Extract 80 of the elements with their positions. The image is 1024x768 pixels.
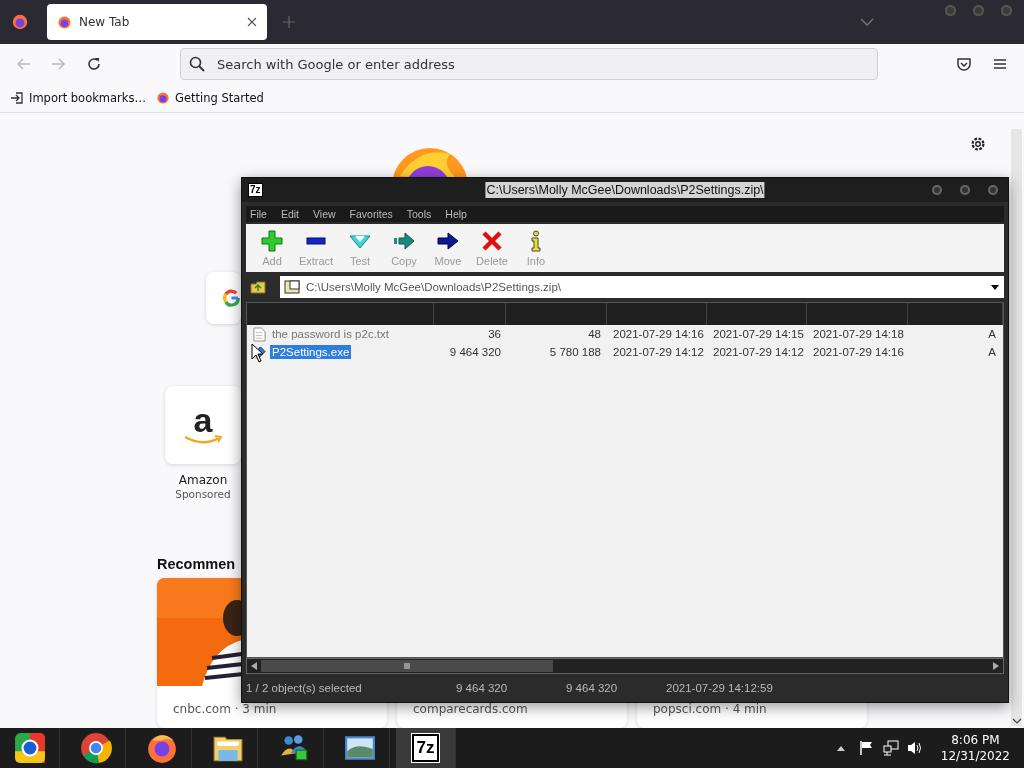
firefox-icon[interactable] bbox=[11, 13, 29, 31]
browser-icon bbox=[79, 732, 112, 764]
table-cell-text: 2021-07-29 14:16 bbox=[612, 328, 705, 340]
table-cell-text: 36 bbox=[487, 328, 502, 340]
firefox-icon bbox=[156, 91, 170, 105]
address-field[interactable]: Search with Google or enter address bbox=[180, 48, 878, 80]
caret-up-icon[interactable] bbox=[836, 745, 845, 751]
site-tile[interactable]: a bbox=[165, 386, 241, 464]
menu-item[interactable]: Tools bbox=[406, 208, 432, 220]
story-source: comparecards.com bbox=[413, 702, 529, 716]
table-cell-text: 5 780 188 bbox=[548, 346, 602, 358]
scrollbar-thumb[interactable] bbox=[261, 660, 553, 672]
close-icon[interactable] bbox=[247, 17, 257, 27]
dropdown-arrow-icon[interactable] bbox=[991, 284, 999, 290]
table-cell-text: A bbox=[987, 346, 997, 358]
menu-item[interactable]: Edit bbox=[280, 208, 299, 220]
multicolor-ring-icon bbox=[222, 288, 241, 309]
table-cell-text: 2021-07-29 14:12 bbox=[712, 346, 805, 358]
table-cell-text: A bbox=[987, 328, 997, 340]
plus-icon bbox=[261, 229, 283, 252]
arrow-right-icon bbox=[437, 229, 459, 252]
network-icon[interactable] bbox=[882, 740, 899, 756]
path-field[interactable]: C:\Users\Molly McGee\Downloads\P2Settings.zip\ bbox=[280, 276, 1004, 298]
table-cell-text: 2021-07-29 14:12 bbox=[612, 346, 705, 358]
grip-icon bbox=[403, 662, 411, 670]
import-icon bbox=[10, 91, 24, 105]
bookmark-item[interactable]: Import bookmarks… bbox=[10, 91, 146, 105]
scrollbar[interactable] bbox=[1011, 129, 1022, 726]
chevron-down-icon[interactable] bbox=[860, 18, 874, 26]
search-icon bbox=[189, 56, 205, 72]
firefox-icon bbox=[57, 14, 72, 30]
smile-arrow-icon bbox=[183, 435, 223, 445]
table-cell-text: 9 464 320 bbox=[448, 346, 502, 358]
menu-icon[interactable] bbox=[992, 56, 1008, 72]
taskbar-button[interactable]: 7z bbox=[396, 728, 456, 768]
reload-icon[interactable] bbox=[86, 56, 102, 72]
table-cell-text: 2021-07-29 14:15 bbox=[712, 328, 805, 340]
tab-title: New Tab bbox=[79, 15, 131, 29]
scrollbar[interactable] bbox=[246, 658, 1004, 674]
window-title: C:\Users\Molly McGee\Downloads\P2Settings.zip\ bbox=[485, 182, 765, 198]
menu-item[interactable]: File bbox=[250, 208, 267, 220]
section-heading: Recommen bbox=[157, 556, 236, 572]
clock[interactable]: 8:06 PM 12/31/2022 bbox=[940, 732, 1010, 764]
browser-tab[interactable]: New Tab bbox=[47, 4, 267, 40]
status-text: 2021-07-29 14:12:59 bbox=[666, 682, 773, 694]
table-cell-text: 48 bbox=[587, 328, 602, 340]
folder-up-icon[interactable] bbox=[250, 279, 266, 295]
window-control-icon[interactable] bbox=[988, 185, 998, 195]
menu-item[interactable]: Favorites bbox=[349, 208, 393, 220]
firefox-icon bbox=[145, 732, 178, 764]
volume-icon[interactable] bbox=[906, 740, 923, 756]
flag-icon[interactable] bbox=[858, 740, 875, 756]
status-text: 9 464 320 bbox=[566, 682, 619, 694]
table-cell-text: 2021-07-29 14:18 bbox=[812, 328, 905, 340]
arrow-left-icon[interactable] bbox=[251, 662, 257, 670]
status-text: 9 464 320 bbox=[456, 682, 509, 694]
story-source: popsci.com · 4 min bbox=[653, 702, 768, 716]
site-name: Amazon bbox=[178, 473, 228, 487]
menu-item[interactable]: Help bbox=[445, 208, 467, 220]
bookmark-item[interactable]: Getting Started bbox=[156, 91, 264, 105]
window-control-icon[interactable] bbox=[932, 185, 942, 195]
file-name[interactable]: the password is p2c.txt bbox=[270, 327, 391, 341]
story-source: cnbc.com · 3 min bbox=[173, 702, 278, 716]
app-logo: 7z bbox=[248, 183, 263, 197]
status-text: 1 / 2 object(s) selected bbox=[246, 682, 363, 694]
window-control-icon[interactable] bbox=[960, 185, 970, 195]
pocket-icon[interactable] bbox=[956, 56, 972, 72]
cross-icon bbox=[481, 229, 503, 252]
table-cell-text: 2021-07-29 14:16 bbox=[812, 346, 905, 358]
site-tile[interactable] bbox=[206, 272, 241, 324]
arrow-right-icon[interactable] bbox=[993, 662, 999, 670]
sponsored-label: Sponsored bbox=[175, 488, 231, 500]
chevron-down-icon[interactable] bbox=[1011, 718, 1022, 724]
settings-icon[interactable] bbox=[969, 135, 987, 153]
menu-item[interactable]: View bbox=[313, 208, 336, 220]
double-arrow-icon bbox=[393, 229, 415, 252]
archive-icon bbox=[284, 279, 300, 295]
document-icon bbox=[253, 326, 266, 342]
ring-app-icon bbox=[13, 732, 46, 764]
file-name[interactable]: P2Settings.exe bbox=[270, 345, 352, 359]
